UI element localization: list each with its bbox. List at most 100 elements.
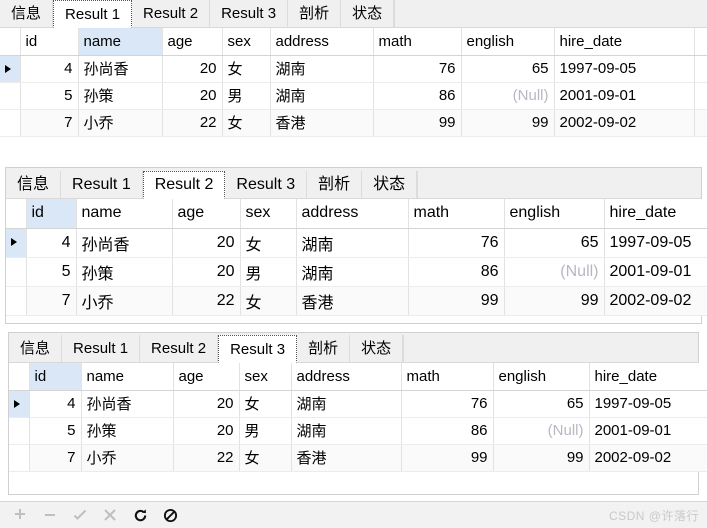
cell-age[interactable]: 20 (162, 55, 223, 83)
cell-sex[interactable]: 女 (222, 55, 271, 83)
tab-剖析[interactable]: 剖析 (307, 171, 363, 198)
cell-english[interactable]: (Null) (493, 417, 590, 445)
current-row-indicator[interactable] (6, 228, 27, 258)
column-header-address[interactable]: address (296, 199, 409, 229)
cell-name[interactable]: 孙策 (78, 82, 163, 110)
cell-address[interactable]: 湖南 (291, 417, 402, 445)
result-tabstrip-1[interactable]: 信息 Result 1 Result 2 Result 3 剖析 状态 (0, 0, 707, 28)
table-row[interactable]: 4 孙尚香 20 女湖南 76 65 1997-09-05 (6, 228, 707, 258)
cell-hire_date[interactable]: 2002-09-02 (589, 444, 707, 472)
cell-sex[interactable]: 女 (240, 286, 297, 316)
column-header-english[interactable]: english (461, 28, 555, 56)
cell-id[interactable]: 4 (26, 228, 77, 258)
tab-状态[interactable]: 状态 (341, 0, 395, 27)
row-gutter-cell[interactable] (9, 444, 30, 472)
table-row[interactable]: 4 孙尚香 20 女湖南 76 65 1997-09-05 (0, 55, 707, 83)
cell-id[interactable]: 7 (29, 444, 82, 472)
cell-address[interactable]: 湖南 (270, 55, 374, 83)
tab-result-2[interactable]: Result 2 (142, 171, 226, 199)
table-row[interactable]: 4 孙尚香 20 女湖南 76 65 1997-09-05 (9, 390, 707, 418)
cell-hire_date[interactable]: 2001-09-01 (589, 417, 707, 445)
tab-剖析[interactable]: 剖析 (297, 335, 351, 362)
tab-result-2[interactable]: Result 2 (140, 335, 219, 362)
tab-result-1[interactable]: Result 1 (62, 335, 141, 362)
cell-sex[interactable]: 女 (222, 109, 271, 137)
column-header-math[interactable]: math (401, 363, 494, 391)
cell-age[interactable]: 20 (173, 417, 240, 445)
cell-english[interactable]: 99 (493, 444, 590, 472)
cell-hire_date[interactable]: 1997-09-05 (554, 55, 695, 83)
current-row-indicator[interactable] (0, 55, 21, 83)
current-row-indicator[interactable] (9, 390, 30, 418)
row-gutter-cell[interactable] (0, 109, 21, 137)
column-header-id[interactable]: id (26, 199, 77, 229)
tab-剖析[interactable]: 剖析 (288, 0, 342, 27)
cell-age[interactable]: 20 (172, 228, 241, 258)
grid-toolbar[interactable] (0, 501, 707, 528)
tab-状态[interactable]: 状态 (362, 171, 418, 198)
column-header-math[interactable]: math (373, 28, 462, 56)
cell-name[interactable]: 孙策 (81, 417, 174, 445)
result-tabstrip-2[interactable]: 信息 Result 1 Result 2 Result 3 剖析 状态 (6, 168, 701, 199)
column-header-sex[interactable]: sex (222, 28, 271, 56)
cell-math[interactable]: 99 (401, 444, 494, 472)
stop-icon[interactable] (162, 507, 178, 523)
cell-english[interactable]: (Null) (461, 82, 555, 110)
result-grid-2[interactable]: id name age sex address math english hire_date 4… (6, 199, 707, 316)
cell-address[interactable]: 香港 (270, 109, 374, 137)
column-header-sex[interactable]: sex (240, 199, 297, 229)
cell-sex[interactable]: 女 (240, 228, 297, 258)
cell-hire_date[interactable]: 2002-09-02 (604, 286, 707, 316)
column-header-age[interactable]: age (172, 199, 241, 229)
tab-信息[interactable]: 信息 (0, 0, 54, 27)
column-header-age[interactable]: age (162, 28, 223, 56)
cell-address[interactable]: 香港 (296, 286, 409, 316)
cell-sex[interactable]: 女 (239, 444, 292, 472)
tab-result-3[interactable]: Result 3 (210, 0, 289, 27)
cell-name[interactable]: 孙尚香 (81, 390, 174, 418)
cell-sex[interactable]: 女 (239, 390, 292, 418)
cell-hire_date[interactable]: 2001-09-01 (554, 82, 695, 110)
column-header-address[interactable]: address (291, 363, 402, 391)
cell-english[interactable]: 65 (493, 390, 590, 418)
table-row[interactable]: 7 小乔 22 女香港 99 99 2002-09-02 (0, 109, 707, 137)
cell-math[interactable]: 86 (408, 257, 505, 287)
cell-address[interactable]: 湖南 (296, 228, 409, 258)
cell-hire_date[interactable]: 2001-09-01 (604, 257, 707, 287)
cell-hire_date[interactable]: 2002-09-02 (554, 109, 695, 137)
cell-id[interactable]: 5 (20, 82, 79, 110)
tab-信息[interactable]: 信息 (9, 335, 63, 362)
table-row[interactable]: 7 小乔 22 女香港 99 99 2002-09-02 (9, 444, 707, 472)
column-header-math[interactable]: math (408, 199, 505, 229)
column-header-name[interactable]: name (78, 28, 163, 56)
cell-english[interactable]: 65 (461, 55, 555, 83)
cell-name[interactable]: 小乔 (76, 286, 173, 316)
cell-name[interactable]: 孙尚香 (76, 228, 173, 258)
tab-result-3[interactable]: Result 3 (225, 171, 308, 198)
cell-english[interactable]: 99 (461, 109, 555, 137)
cell-id[interactable]: 7 (26, 286, 77, 316)
table-row[interactable]: 5 孙策 20 男湖南 86 (Null) 2001-09-01 (9, 417, 707, 445)
column-header-hire_date[interactable]: hire_date (554, 28, 695, 56)
cell-id[interactable]: 7 (20, 109, 79, 137)
cell-id[interactable]: 4 (20, 55, 79, 83)
cell-name[interactable]: 小乔 (81, 444, 174, 472)
cell-address[interactable]: 香港 (291, 444, 402, 472)
row-gutter-cell[interactable] (6, 286, 27, 316)
cell-address[interactable]: 湖南 (291, 390, 402, 418)
cell-english[interactable]: (Null) (504, 257, 605, 287)
cell-sex[interactable]: 男 (239, 417, 292, 445)
cell-address[interactable]: 湖南 (296, 257, 409, 287)
tab-result-1[interactable]: Result 1 (53, 0, 133, 28)
tab-信息[interactable]: 信息 (6, 171, 62, 198)
cell-address[interactable]: 湖南 (270, 82, 374, 110)
table-row[interactable]: 5 孙策 20 男湖南 86 (Null) 2001-09-01 (6, 257, 707, 287)
cell-math[interactable]: 86 (401, 417, 494, 445)
result-grid-1[interactable]: id name age sex address math english hire_date 4… (0, 28, 707, 137)
cell-math[interactable]: 76 (373, 55, 462, 83)
column-header-english[interactable]: english (493, 363, 590, 391)
column-header-sex[interactable]: sex (239, 363, 292, 391)
cell-age[interactable]: 22 (173, 444, 240, 472)
tab-result-2[interactable]: Result 2 (132, 0, 211, 27)
cell-math[interactable]: 86 (373, 82, 462, 110)
